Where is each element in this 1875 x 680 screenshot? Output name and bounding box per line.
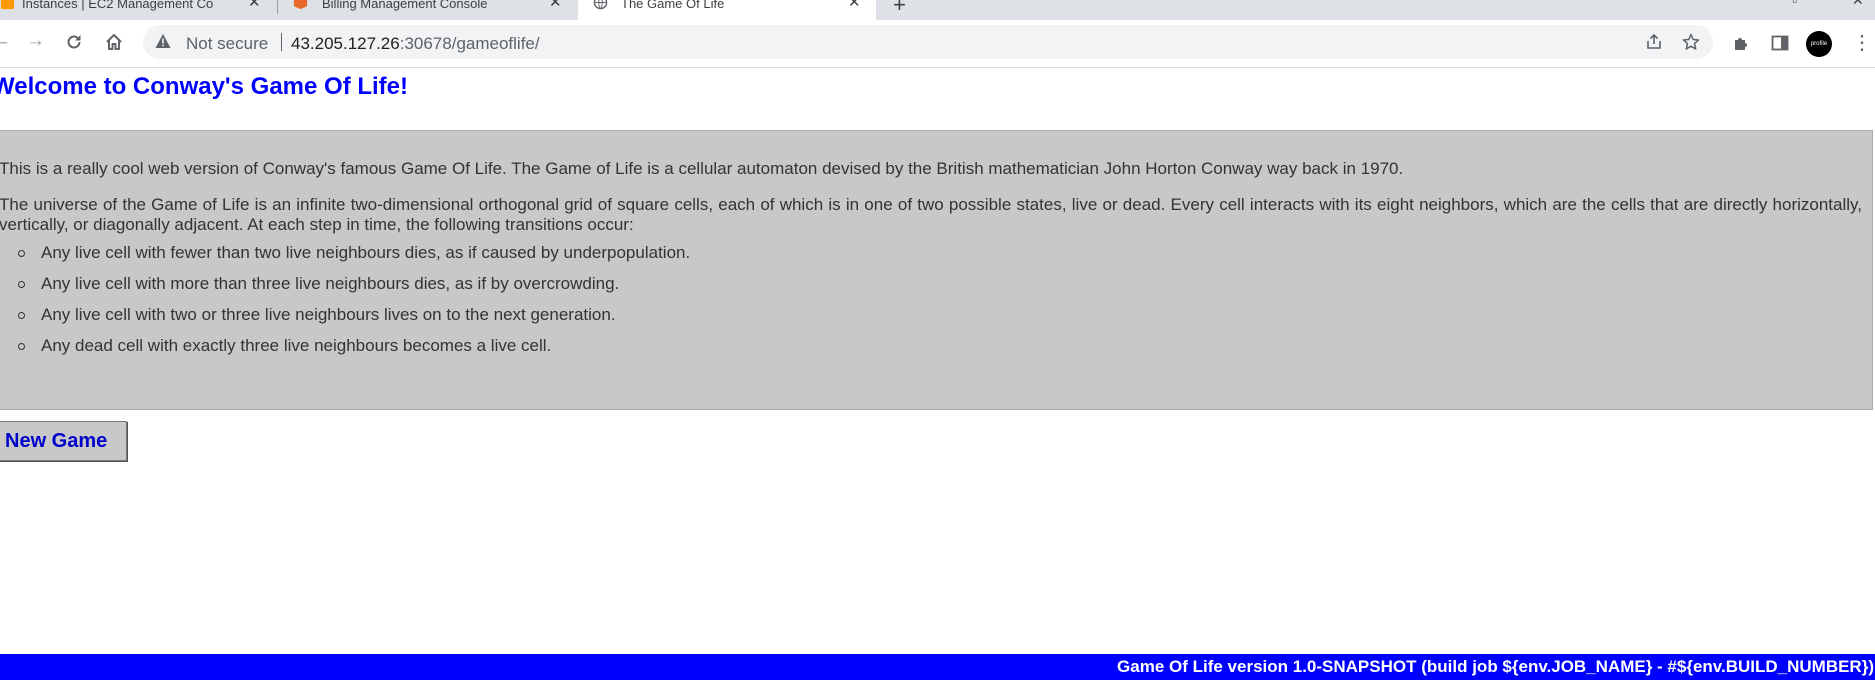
new-tab-button[interactable]: +: [893, 0, 906, 18]
tab-ec2-instances[interactable]: Instances | EC2 Management Co ✕: [0, 0, 260, 20]
close-tab-icon[interactable]: ✕: [848, 0, 861, 15]
rule-text: Any live cell with fewer than two live n…: [41, 243, 691, 262]
bullet-icon: [18, 281, 25, 288]
universe-paragraph: The universe of the Game of Life is an i…: [0, 195, 1862, 234]
bookmark-star-icon[interactable]: [1682, 33, 1700, 51]
not-secure-label[interactable]: Not secure: [186, 34, 268, 54]
tab-title: Billing Management Console: [322, 0, 488, 11]
more-menu-icon[interactable]: ⋮: [1852, 30, 1872, 55]
tab-strip: Instances | EC2 Management Co ✕ Billing …: [0, 0, 1875, 20]
page-content: Welcome to Conway's Game Of Life! This i…: [0, 68, 1875, 680]
tab-title: Instances | EC2 Management Co: [22, 0, 214, 11]
tab-billing-console[interactable]: Billing Management Console ✕: [285, 0, 575, 20]
list-item: Any dead cell with exactly three live ne…: [16, 336, 690, 367]
back-arrow-icon[interactable]: ←: [0, 30, 11, 52]
side-panel-icon[interactable]: [1770, 33, 1790, 53]
warning-icon[interactable]: [155, 33, 171, 49]
description-panel: This is a really cool web version of Con…: [0, 130, 1873, 410]
bullet-icon: [18, 343, 25, 350]
url-text[interactable]: 43.205.127.26:30678/gameoflife/: [291, 34, 540, 54]
version-footer: Game Of Life version 1.0-SNAPSHOT (build…: [0, 654, 1875, 680]
forward-arrow-icon[interactable]: →: [26, 30, 45, 52]
list-item: Any live cell with fewer than two live n…: [16, 243, 690, 274]
reload-icon[interactable]: [64, 32, 84, 52]
share-icon[interactable]: [1645, 33, 1663, 51]
close-window-icon[interactable]: ✕: [1852, 0, 1864, 9]
list-item: Any live cell with two or three live nei…: [16, 305, 690, 336]
restore-window-icon[interactable]: ▫: [1792, 0, 1797, 8]
tab-divider: [277, 0, 278, 14]
intro-paragraph: This is a really cool web version of Con…: [0, 159, 1404, 178]
omnibox-divider: [281, 33, 282, 51]
url-path: :30678/gameoflife/: [399, 34, 540, 53]
rules-list: Any live cell with fewer than two live n…: [16, 243, 690, 367]
rule-text: Any live cell with two or three live nei…: [41, 305, 616, 324]
aws-billing-icon: [293, 0, 308, 10]
tab-title: The Game Of Life: [621, 0, 725, 11]
extensions-icon[interactable]: [1731, 33, 1751, 53]
rule-text: Any dead cell with exactly three live ne…: [41, 336, 552, 355]
list-item: Any live cell with more than three live …: [16, 274, 690, 305]
tab-game-of-life[interactable]: The Game Of Life ✕: [578, 0, 876, 20]
browser-toolbar: ← → Not secure 43.205.127.26:30678/gameo…: [0, 20, 1875, 68]
close-tab-icon[interactable]: ✕: [248, 0, 260, 15]
new-game-button[interactable]: New Game: [0, 421, 127, 461]
profile-avatar[interactable]: profile: [1806, 31, 1832, 57]
aws-ec2-icon: [0, 0, 15, 10]
address-bar[interactable]: Not secure 43.205.127.26:30678/gameoflif…: [143, 25, 1713, 59]
bullet-icon: [18, 312, 25, 319]
page-title: Welcome to Conway's Game Of Life!: [0, 73, 409, 100]
home-icon[interactable]: [104, 32, 124, 52]
close-tab-icon[interactable]: ✕: [549, 0, 562, 15]
rule-text: Any live cell with more than three live …: [41, 274, 620, 293]
url-host: 43.205.127.26: [291, 34, 400, 53]
globe-icon: [593, 0, 608, 10]
bullet-icon: [18, 250, 25, 257]
